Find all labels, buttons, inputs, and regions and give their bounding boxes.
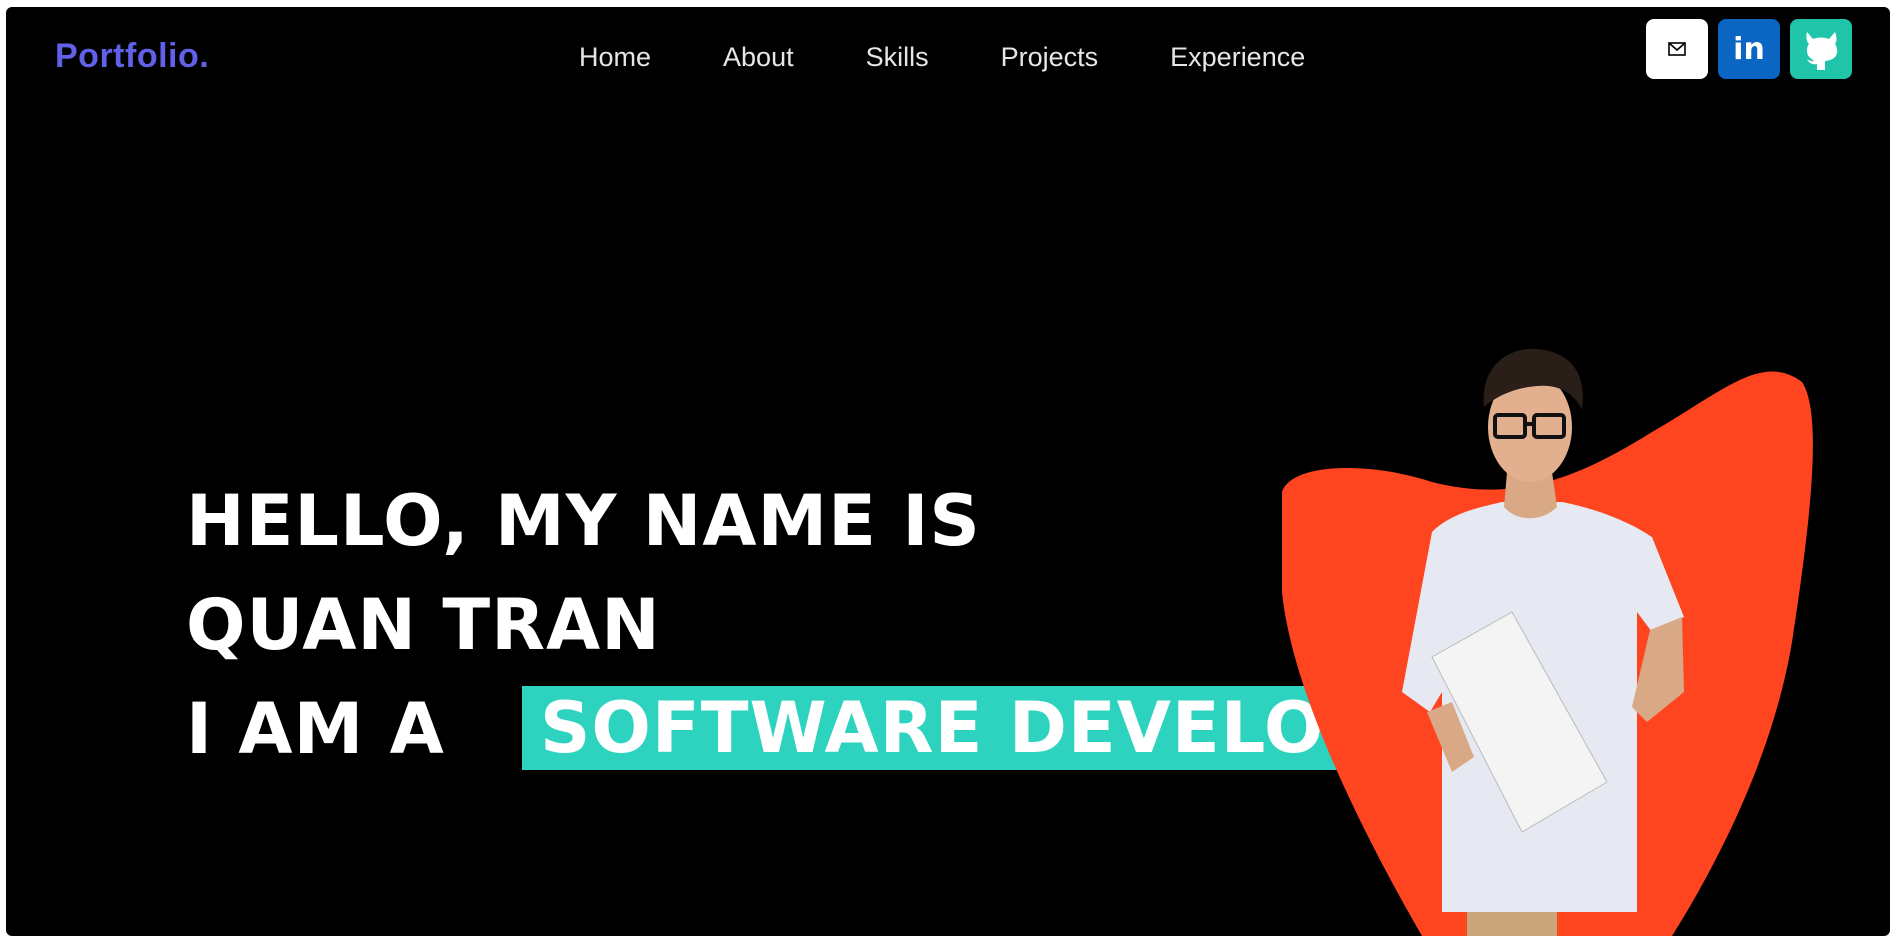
github-icon bbox=[1806, 32, 1838, 70]
nav-about[interactable]: About bbox=[687, 35, 830, 79]
nav-skills[interactable]: Skills bbox=[830, 35, 965, 79]
nav-experience[interactable]: Experience bbox=[1134, 35, 1341, 79]
profile-photo bbox=[1282, 348, 1813, 936]
mail-icon bbox=[1668, 42, 1686, 56]
main-nav: Home About Skills Projects Experience bbox=[579, 35, 1341, 79]
page-frame: Portfolio. Home About Skills Projects Ex… bbox=[6, 7, 1890, 936]
linkedin-button[interactable]: in bbox=[1718, 19, 1780, 79]
social-links: in bbox=[1646, 19, 1852, 79]
linkedin-icon: in bbox=[1733, 31, 1765, 67]
nav-projects[interactable]: Projects bbox=[965, 35, 1135, 79]
github-button[interactable] bbox=[1790, 19, 1852, 79]
nav-home[interactable]: Home bbox=[579, 35, 687, 79]
logo[interactable]: Portfolio. bbox=[55, 37, 209, 76]
hero-role-prefix: I AM A bbox=[186, 688, 445, 770]
email-button[interactable] bbox=[1646, 19, 1708, 79]
